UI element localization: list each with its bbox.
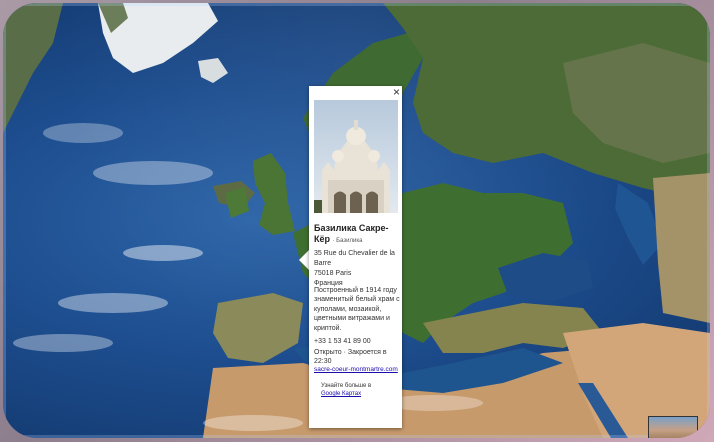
close-icon[interactable]: × [393, 86, 400, 98]
website-link[interactable]: sacre-coeur-montmartre.com [314, 366, 398, 373]
more-prefix: Узнайте больше в [321, 383, 372, 389]
place-photo[interactable] [314, 100, 398, 213]
minimap-thumbnail[interactable] [648, 416, 698, 438]
more-info: Узнайте больше в Google Картах [321, 382, 371, 398]
hours-separator: · [343, 349, 346, 356]
place-address: 35 Rue du Chevalier de la Barre 75018 Pa… [314, 249, 400, 289]
app-frame: × Базилика Сакре-Кёр · Базилика 35 Rue d… [0, 0, 714, 442]
place-phone[interactable]: +33 1 53 41 89 00 [314, 338, 371, 345]
card-pointer [299, 250, 309, 270]
google-maps-link[interactable]: Google Картах [321, 391, 361, 397]
place-category: · Базилика [332, 238, 363, 244]
place-hours: Открыто · Закроется в 22:30 [314, 348, 400, 366]
place-info-card: × Базилика Сакре-Кёр · Базилика 35 Rue d… [309, 86, 402, 428]
hours-status: Открыто [314, 349, 342, 356]
place-description: Построенный в 1914 году знаменитый белый… [314, 287, 400, 332]
address-line-city: 75018 Paris [314, 270, 352, 277]
address-line-street: 35 Rue du Chevalier de la Barre [314, 250, 395, 267]
place-title: Базилика Сакре-Кёр · Базилика [314, 223, 400, 247]
